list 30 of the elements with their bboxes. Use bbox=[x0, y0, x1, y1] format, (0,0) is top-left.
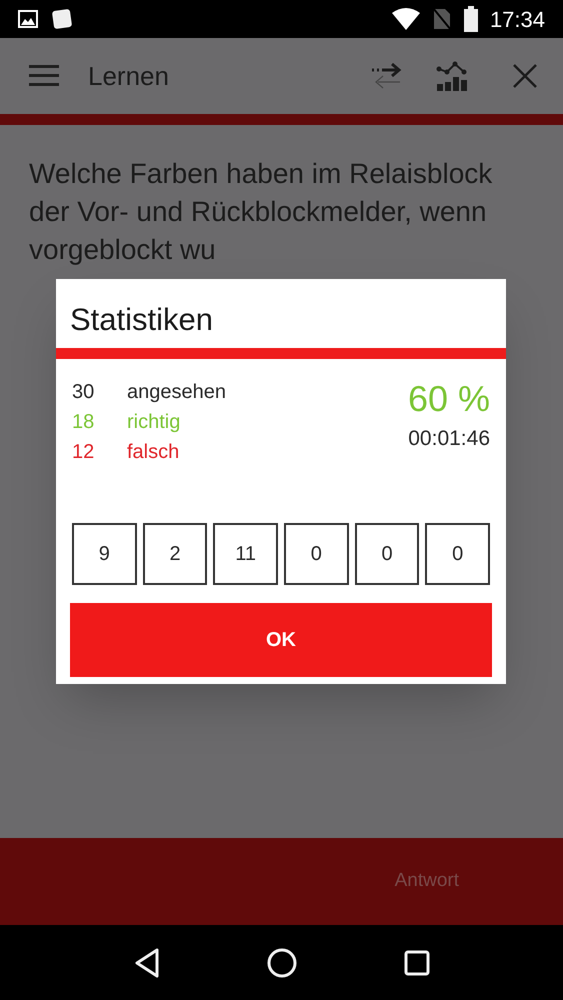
stat-label: richtig bbox=[127, 410, 180, 434]
count-box: 9 bbox=[72, 522, 137, 584]
swap-arrows-icon bbox=[370, 61, 404, 91]
close-icon bbox=[513, 64, 537, 88]
count-box: 0 bbox=[354, 522, 420, 584]
count-box: 11 bbox=[213, 522, 278, 584]
stat-label: angesehen bbox=[127, 380, 226, 404]
count-box: 0 bbox=[284, 522, 349, 584]
dialog-title: Statistiken bbox=[69, 301, 214, 339]
recents-icon[interactable] bbox=[404, 950, 430, 976]
wifi-icon bbox=[392, 8, 420, 30]
ok-button[interactable]: OK bbox=[70, 602, 492, 676]
stat-count: 30 bbox=[72, 380, 96, 404]
percentage: 60 % bbox=[408, 376, 490, 420]
back-icon[interactable] bbox=[134, 948, 160, 978]
stat-count: 18 bbox=[72, 410, 96, 434]
app-title: Lernen bbox=[88, 60, 170, 92]
image-icon bbox=[18, 10, 38, 28]
menu-icon bbox=[29, 65, 59, 87]
chart-icon bbox=[436, 60, 468, 92]
home-icon[interactable] bbox=[266, 948, 296, 978]
stat-count: 12 bbox=[72, 440, 96, 464]
status-time: 17:34 bbox=[490, 6, 545, 34]
count-box: 0 bbox=[425, 522, 490, 584]
question-text: Welche Farben haben im Relaisblock der Vor- und Rückblockmelder, wenn vorgeblockt wu bbox=[29, 157, 494, 267]
battery-icon bbox=[464, 6, 478, 32]
elapsed-time: 00:01:46 bbox=[408, 426, 490, 452]
no-sim-icon bbox=[432, 7, 452, 31]
stat-label: falsch bbox=[127, 440, 180, 464]
count-box: 2 bbox=[142, 522, 208, 584]
